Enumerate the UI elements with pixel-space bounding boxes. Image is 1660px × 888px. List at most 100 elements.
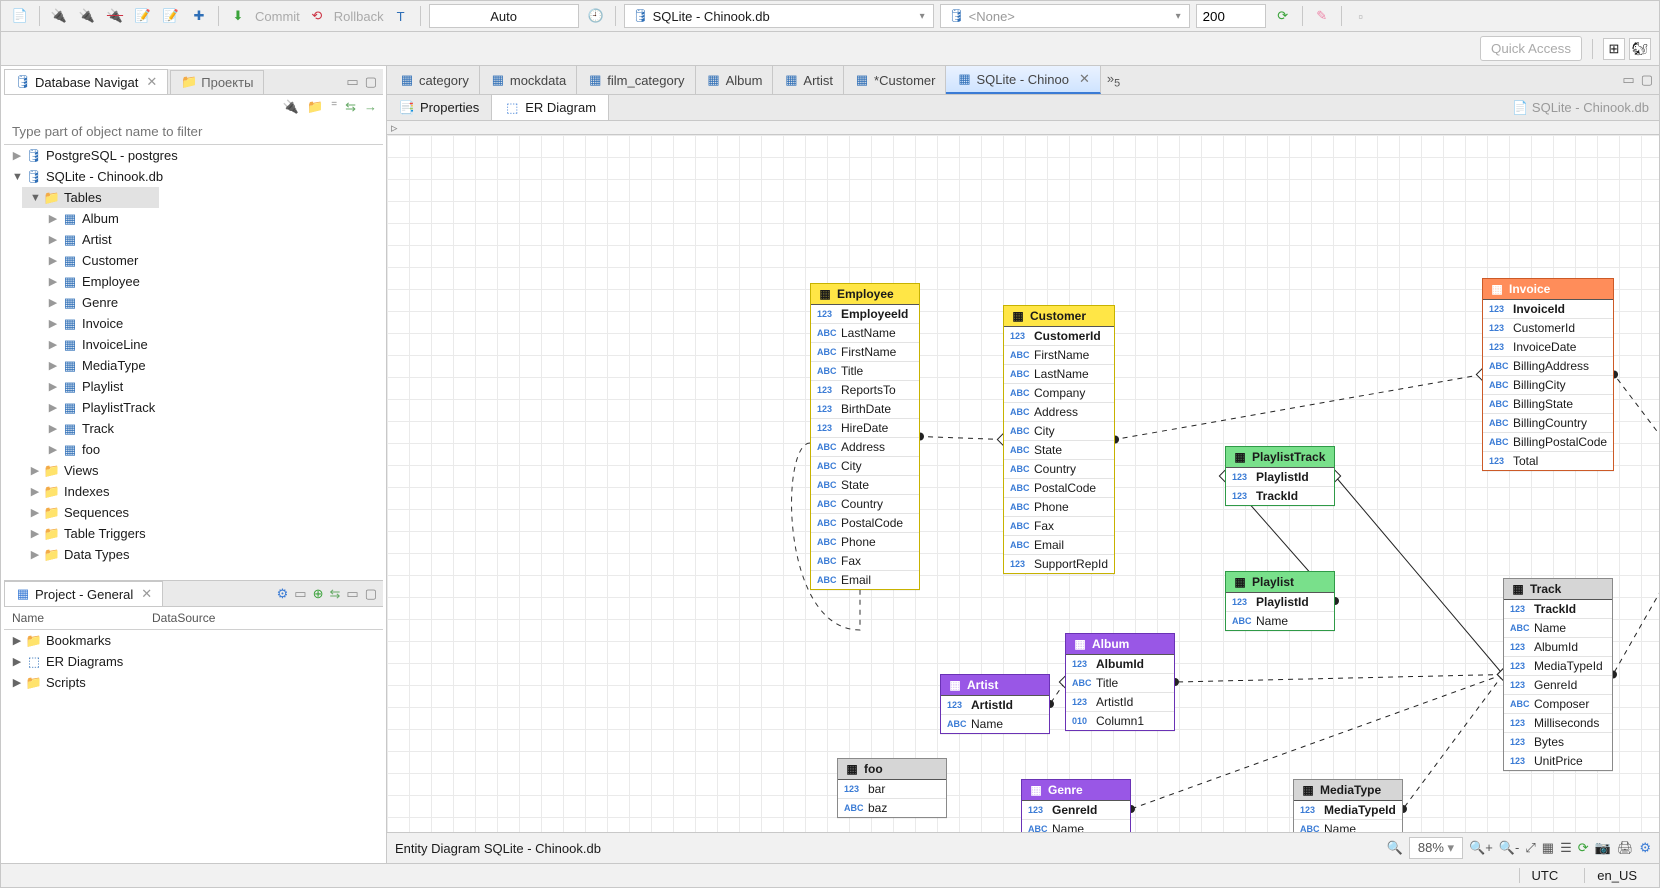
entity-column[interactable]: ABCCompany [1004,384,1114,403]
maximize2-icon[interactable]: ▢ [365,586,377,602]
entity-column[interactable]: 123ArtistId [941,696,1049,715]
tree-item[interactable]: ▶📁Views [22,460,159,481]
entity-column[interactable]: ABCState [1004,441,1114,460]
entity-column[interactable]: 123CustomerId [1483,319,1613,338]
quick-access-button[interactable]: Quick Access [1480,36,1582,61]
zoom-out-icon[interactable]: 🔍- [1499,840,1520,856]
reconnect-icon[interactable]: 🔌 [104,5,126,27]
entity-column[interactable]: ABCCity [811,457,919,476]
entity-column[interactable]: ABCTitle [1066,674,1174,693]
tab-database-navigator[interactable]: 🛢 Database Navigat ✕ [4,69,168,94]
entity-column[interactable]: 010Column1 [1066,712,1174,730]
history-icon[interactable]: 🕘 [585,5,607,27]
entity-column[interactable]: ABCName [1294,820,1402,832]
entity-column[interactable]: 123Bytes [1504,733,1612,752]
tree-item[interactable]: ▶▦Invoice [40,313,159,334]
editor-tab[interactable]: ▦mockdata [480,66,577,94]
commit-label[interactable]: Commit [255,9,300,24]
entity-column[interactable]: ABCPhone [811,533,919,552]
entity-column[interactable]: ABCName [1226,612,1334,630]
nav-connect-icon[interactable]: 🔌 [283,99,299,115]
refresh-icon[interactable]: ⟳ [1272,5,1294,27]
print-icon[interactable]: 🖨 [1617,840,1634,856]
project-tree[interactable]: ▶📁Bookmarks▶⬚ER Diagrams▶📁Scripts [4,630,383,693]
entity-artist[interactable]: ▦Artist123ArtistIdABCName [940,674,1050,734]
col-name[interactable]: Name [4,607,144,629]
entity-column[interactable]: ABCComposer [1504,695,1612,714]
collapse-icon[interactable]: ▭ [294,586,306,602]
tab-project-general[interactable]: ▦ Project - General ✕ [4,581,163,606]
entity-column[interactable]: ABCLastName [811,324,919,343]
entity-column[interactable]: 123AlbumId [1504,638,1612,657]
entity-column[interactable]: 123TrackId [1504,600,1612,619]
tab-projects[interactable]: 📁 Проекты [170,70,264,94]
entity-invoice[interactable]: ▦Invoice123InvoiceId123CustomerId123Invo… [1482,278,1614,471]
entity-column[interactable]: 123ReportsTo [811,381,919,400]
tree-item[interactable]: ▶▦MediaType [40,355,159,376]
settings-icon[interactable]: ⚙ [1639,840,1651,856]
entity-column[interactable]: 123PlaylistId [1226,468,1334,487]
close-icon[interactable]: ✕ [141,586,152,602]
tx-mode-dropdown[interactable]: Auto [429,4,579,28]
tree-item[interactable]: ▶▦Album [40,208,159,229]
perspective-dbeaver-icon[interactable]: 🐿 [1629,38,1651,60]
entity-column[interactable]: ABCFirstName [1004,346,1114,365]
entity-column[interactable]: 123MediaTypeId [1294,801,1402,820]
minimize-icon[interactable]: ▭ [346,74,358,90]
nav-folder-icon[interactable]: 📁 [307,99,323,115]
entity-column[interactable]: 123SupportRepId [1004,555,1114,573]
sql-editor-icon[interactable]: 📝 [132,5,154,27]
entity-column[interactable]: 123Milliseconds [1504,714,1612,733]
navigator-filter-input[interactable] [4,119,383,145]
entity-column[interactable]: ABCAddress [1004,403,1114,422]
entity-column[interactable]: 123TrackId [1226,487,1334,505]
entity-column[interactable]: 123MediaTypeId [1504,657,1612,676]
add-icon[interactable]: ⊕ [313,586,324,602]
tree-item[interactable]: ▶📁Data Types [22,544,159,565]
entity-column[interactable]: 123InvoiceDate [1483,338,1613,357]
ed-maximize-icon[interactable]: ▢ [1641,72,1653,88]
link-icon[interactable]: ⇆ [330,586,341,602]
tree-item[interactable]: ▶▦Track [40,418,159,439]
tree-item[interactable]: ▶🛢PostgreSQL - postgres [4,145,383,166]
entity-genre[interactable]: ▦Genre123GenreIdABCName [1021,779,1131,832]
entity-customer[interactable]: ▦Customer123CustomerIdABCFirstNameABCLas… [1003,305,1115,574]
entity-column[interactable]: ABCCity [1004,422,1114,441]
project-item[interactable]: ▶📁Scripts [4,672,383,693]
ed-minimize-icon[interactable]: ▭ [1622,72,1634,88]
entity-mediatype[interactable]: ▦MediaType123MediaTypeIdABCName [1293,779,1403,832]
tree-item[interactable]: ▶▦Genre [40,292,159,313]
zoom-value[interactable]: 88% [1418,840,1444,855]
entity-column[interactable]: ABCName [941,715,1049,733]
stop-icon[interactable]: ✎ [1311,5,1333,27]
nav-collapse-icon[interactable]: ⇆ [345,99,356,115]
editor-tab[interactable]: ▦SQLite - Chinoo✕ [946,66,1100,94]
entity-column[interactable]: 123UnitPrice [1504,752,1612,770]
tree-item[interactable]: ▶📁Table Triggers [22,523,159,544]
subtab-properties[interactable]: 📑 Properties [387,95,492,120]
entity-column[interactable]: 123HireDate [811,419,919,438]
entity-column[interactable]: 123CustomerId [1004,327,1114,346]
entity-foo[interactable]: ▦foo123barABCbaz [837,758,947,818]
project-item[interactable]: ▶⬚ER Diagrams [4,651,383,672]
zoom-in-icon[interactable]: 🔍+ [1469,840,1493,856]
col-datasource[interactable]: DataSource [144,607,223,629]
database-dropdown[interactable]: 🛢 <None>▾ [940,4,1190,28]
editor-tab[interactable]: ▦Artist [773,66,844,94]
sql-new-icon[interactable]: 📄 [9,5,31,27]
entity-column[interactable]: ABCBillingPostalCode [1483,433,1613,452]
new-query-icon[interactable]: ✚ [188,5,210,27]
tree-item[interactable]: ▶▦PlaylistTrack [40,397,159,418]
entity-column[interactable]: ABCPostalCode [811,514,919,533]
entity-column[interactable]: 123bar [838,780,946,799]
entity-column[interactable]: ABCBillingState [1483,395,1613,414]
entity-playlisttrack[interactable]: ▦PlaylistTrack123PlaylistId123TrackId [1225,446,1335,506]
entity-column[interactable]: ABCBillingCity [1483,376,1613,395]
rollback-icon[interactable]: ⟲ [306,5,328,27]
entity-column[interactable]: ABCEmail [1004,536,1114,555]
entity-column[interactable]: ABCPhone [1004,498,1114,517]
entity-column[interactable]: 123PlaylistId [1226,593,1334,612]
tree-item[interactable]: ▶▦foo [40,439,159,460]
editor-tab[interactable]: ▦Album [696,66,774,94]
entity-column[interactable]: ABCAddress [811,438,919,457]
